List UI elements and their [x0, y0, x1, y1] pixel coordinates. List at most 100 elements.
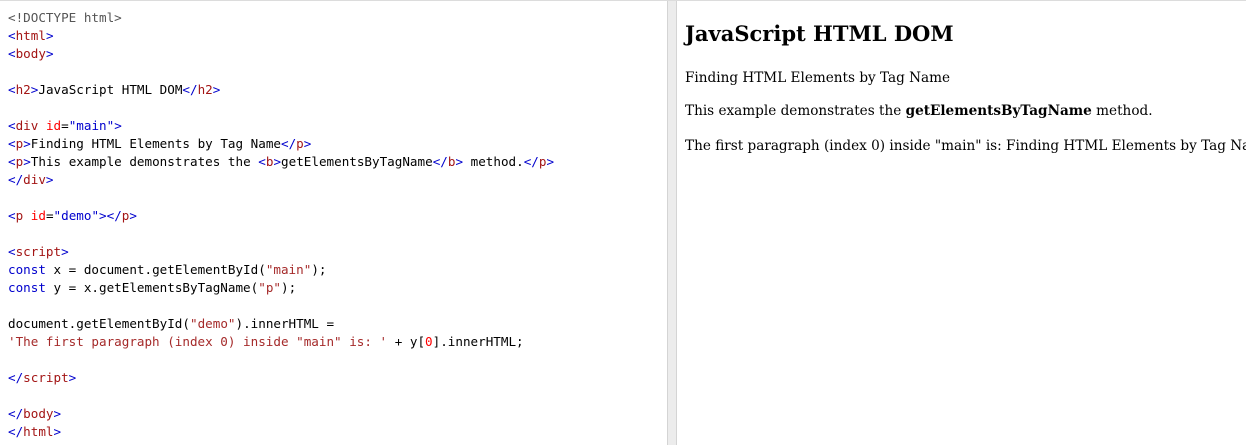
code-line: <p id="demo"></p>	[8, 207, 554, 225]
code-token: >	[303, 136, 312, 151]
code-token: >	[68, 370, 77, 385]
code-token: >	[45, 46, 54, 61]
code-token: >	[53, 406, 62, 421]
result-paragraph-2-text-after: method.	[1091, 103, 1153, 119]
code-token: >	[455, 154, 464, 169]
code-token: x = document.getElementById(	[45, 262, 266, 277]
code-token: <	[8, 28, 16, 43]
code-token: >	[23, 154, 31, 169]
code-token: Finding HTML Elements by Tag Name	[30, 136, 281, 151]
code-token: <	[8, 46, 16, 61]
code-token: >	[53, 424, 62, 439]
code-token: JavaScript HTML DOM	[38, 82, 183, 97]
code-token: const	[8, 262, 46, 277]
code-editor-pane[interactable]: <!DOCTYPE html> <html> <body> <h2>JavaScri…	[0, 1, 667, 445]
code-line: <html>	[8, 27, 554, 45]
code-token: const	[8, 280, 46, 295]
code-token: <	[8, 208, 16, 223]
code-token: y = x.getElementsByTagName(	[45, 280, 259, 295]
code-token: >	[546, 154, 555, 169]
code-token: <!DOCTYPE html>	[8, 10, 122, 25]
code-token: </	[8, 172, 24, 187]
code-token: script	[23, 370, 69, 385]
code-token: <	[8, 154, 16, 169]
code-token: body	[15, 46, 46, 61]
code-token: 0	[425, 334, 433, 349]
code-line: const y = x.getElementsByTagName("p");	[8, 279, 554, 297]
code-token: id	[30, 208, 46, 223]
code-token: h2	[197, 82, 213, 97]
code-token: script	[15, 244, 62, 259]
code-token: =	[61, 118, 69, 133]
code-token: <	[8, 136, 16, 151]
code-token: + y[	[387, 334, 426, 349]
result-paragraph-1: Finding HTML Elements by Tag Name	[685, 70, 951, 86]
code-line: </div>	[8, 171, 554, 189]
code-token: "main"	[265, 262, 312, 277]
code-token: >	[212, 82, 221, 97]
code-line: </html>	[8, 423, 554, 441]
code-token: body	[23, 406, 54, 421]
code-token: >	[45, 172, 54, 187]
code-token: html	[15, 28, 46, 43]
code-token: "demo"	[189, 316, 236, 331]
pane-divider[interactable]	[667, 1, 677, 445]
code-line: <div id="main">	[8, 117, 554, 135]
code-token: This example demonstrates the	[30, 154, 259, 169]
code-token: >	[45, 28, 54, 43]
code-line: <!DOCTYPE html>	[8, 9, 554, 27]
code-token: >	[23, 136, 31, 151]
code-editor[interactable]: <!DOCTYPE html> <html> <body> <h2>JavaScri…	[8, 9, 554, 441]
code-token: <	[258, 154, 266, 169]
code-token: </	[182, 82, 198, 97]
code-token: );	[280, 280, 297, 295]
code-line: <body>	[8, 45, 554, 63]
code-token: ).innerHTML =	[235, 316, 335, 331]
result-heading: JavaScript HTML DOM	[685, 21, 954, 46]
code-token: 'The first paragraph (index 0) inside "m…	[8, 334, 388, 349]
code-line: <script>	[8, 243, 554, 261]
code-token: <	[8, 244, 16, 259]
code-token: <	[8, 82, 16, 97]
code-token: document.getElementById(	[8, 316, 190, 331]
code-token: >	[129, 208, 137, 223]
code-token: getElementsByTagName	[281, 154, 433, 169]
tryit-editor: <!DOCTYPE html> <html> <body> <h2>JavaScri…	[0, 0, 1246, 445]
code-token: ></	[99, 208, 122, 223]
code-token: >	[114, 118, 122, 133]
code-token: >	[61, 244, 69, 259]
result-paragraph-2-bold: getElementsByTagName	[905, 103, 1092, 119]
code-token: h2	[15, 82, 31, 97]
code-line: </body>	[8, 405, 554, 423]
code-line: <p>This example demonstrates the <b>getE…	[8, 153, 554, 171]
result-pane: JavaScript HTML DOM Finding HTML Element…	[677, 1, 1246, 445]
code-line: <p>Finding HTML Elements by Tag Name</p>	[8, 135, 554, 153]
code-token: </	[8, 424, 24, 439]
code-token: <	[8, 118, 16, 133]
code-token: "p"	[258, 280, 281, 295]
code-token: p	[296, 136, 304, 151]
code-token: method.	[463, 154, 524, 169]
code-line: </script>	[8, 369, 554, 387]
code-token: "demo"	[53, 208, 100, 223]
code-line: document.getElementById("demo").innerHTM…	[8, 315, 554, 333]
result-paragraph-2-text-before: This example demonstrates the	[685, 103, 906, 119]
code-token: </	[432, 154, 448, 169]
code-token: </	[8, 370, 24, 385]
code-line: 'The first paragraph (index 0) inside "m…	[8, 333, 554, 351]
code-token: );	[311, 262, 327, 277]
code-token: html	[23, 424, 54, 439]
code-token: </	[8, 406, 24, 421]
code-line: const x = document.getElementById("main"…	[8, 261, 554, 279]
code-token: div	[15, 118, 39, 133]
result-paragraph-2: This example demonstrates the getElement…	[685, 103, 1153, 119]
